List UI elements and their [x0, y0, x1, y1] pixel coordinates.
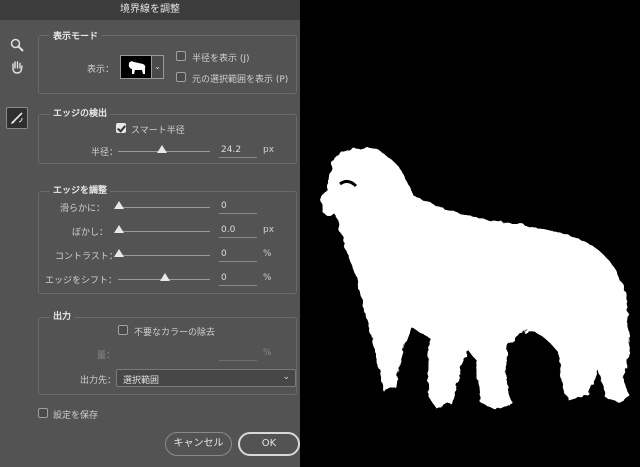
feather-value-underline [219, 237, 257, 238]
view-mode-section [38, 35, 297, 94]
smooth-value[interactable]: 0 [221, 201, 227, 211]
smooth-value-underline [219, 213, 257, 214]
remember-settings-checkbox[interactable] [38, 408, 48, 418]
shift-edge-unit: % [263, 273, 272, 283]
hand-tool[interactable] [6, 56, 28, 78]
smart-radius-label: スマート半径 [131, 126, 185, 136]
decontaminate-label: 不要なカラーの除去 [134, 328, 216, 338]
output-to-select[interactable]: 選択範囲 ⌄ [116, 369, 296, 387]
tool-strip [0, 20, 33, 467]
contrast-value-underline [219, 261, 257, 262]
show-radius-label: 半径を表示 (J) [192, 54, 250, 64]
edge-detection-title: エッジの検出 [50, 106, 111, 119]
contrast-value[interactable]: 0 [221, 249, 227, 259]
radius-label: 半径： [91, 148, 119, 158]
radius-slider-thumb[interactable] [157, 145, 167, 153]
cancel-button[interactable]: キャンセル [165, 432, 232, 456]
output-to-label: 出力先： [80, 376, 117, 386]
contrast-slider-track[interactable] [118, 255, 210, 256]
remember-settings-label: 設定を保存 [53, 411, 99, 421]
view-mode-dropdown[interactable]: ⌄ [152, 55, 164, 79]
shift-edge-value[interactable]: 0 [221, 273, 227, 283]
adjust-edge-title: エッジを調整 [50, 183, 111, 196]
shift-edge-value-underline [219, 285, 257, 286]
dialog-titlebar[interactable]: 境界線を調整 [0, 0, 300, 20]
feather-label: ぼかし： [72, 228, 109, 238]
refine-edge-dialog: 境界線を調整 表示モード 表示： ⌄ 半径を表示 (J) 元の選択範囲を表示 (… [0, 0, 300, 467]
feather-slider-thumb[interactable] [114, 225, 124, 233]
amount-value-underline [219, 360, 257, 361]
amount-unit: % [263, 348, 272, 358]
dialog-title: 境界線を調整 [120, 4, 180, 15]
shift-edge-label: エッジをシフト： [45, 276, 118, 286]
hand-icon [12, 61, 23, 74]
feather-value[interactable]: 0.0 [221, 225, 235, 235]
chevron-down-icon: ⌄ [282, 372, 290, 382]
dog-mask-preview [320, 146, 630, 410]
decontaminate-checkbox[interactable] [118, 325, 128, 335]
output-to-value: 選択範囲 [123, 376, 160, 386]
chevron-down-icon: ⌄ [154, 62, 161, 71]
show-original-checkbox[interactable] [176, 72, 186, 82]
amount-label: 量： [97, 351, 116, 361]
smart-radius-checkbox[interactable] [116, 123, 126, 133]
radius-unit: px [263, 145, 275, 155]
ok-button[interactable]: OK [238, 432, 300, 456]
refine-radius-tool[interactable] [6, 107, 28, 129]
edge-detection-section [38, 114, 297, 164]
feather-slider-track[interactable] [118, 231, 210, 232]
show-original-label: 元の選択範囲を表示 (P) [192, 75, 289, 85]
contrast-slider-thumb[interactable] [114, 249, 124, 257]
feather-unit: px [263, 225, 275, 235]
image-canvas[interactable] [300, 0, 640, 467]
zoom-tool[interactable] [6, 34, 28, 56]
show-radius-checkbox[interactable] [176, 51, 186, 61]
output-title: 出力 [50, 309, 75, 322]
refine-radius-brush-icon [11, 112, 23, 124]
smooth-slider-thumb[interactable] [114, 201, 124, 209]
smooth-slider-track[interactable] [118, 207, 210, 208]
zoom-icon [10, 38, 24, 52]
view-mode-title: 表示モード [50, 29, 102, 42]
view-label: 表示： [87, 65, 115, 75]
radius-value-underline [219, 157, 257, 158]
radius-value[interactable]: 24.2 [221, 145, 241, 155]
view-preview-thumbnail[interactable] [120, 55, 152, 79]
shift-edge-slider-thumb[interactable] [160, 273, 170, 281]
contrast-unit: % [263, 249, 272, 259]
smooth-label: 滑らかに： [60, 204, 106, 214]
contrast-label: コントラスト： [55, 252, 118, 262]
dog-silhouette-icon [128, 61, 146, 74]
